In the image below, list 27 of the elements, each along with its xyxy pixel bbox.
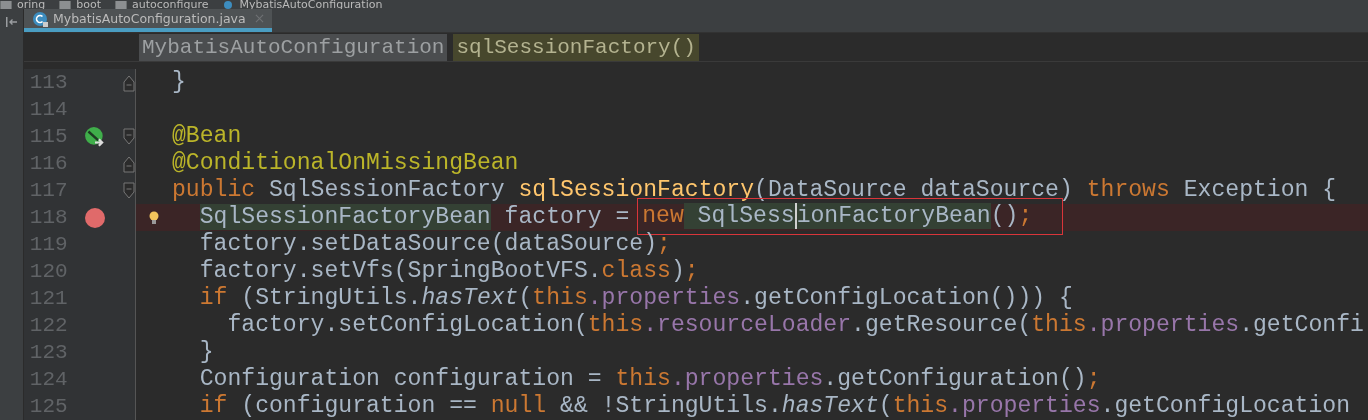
code-line: @Bean [172, 123, 242, 150]
code-line: factory.setVfs(SpringBootVFS.class); [198, 258, 699, 285]
class-icon [222, 0, 235, 9]
breakpoint-icon[interactable] [85, 207, 106, 228]
file-tab[interactable]: MybatisAutoConfiguration.java [24, 9, 272, 33]
fold-icon[interactable] [123, 73, 135, 92]
folder-icon [0, 0, 12, 9]
folder-icon [115, 0, 128, 9]
close-icon[interactable] [254, 14, 264, 24]
folder-icon [59, 0, 72, 9]
breadcrumb-chip[interactable]: sqlSessionFactory() [453, 33, 699, 61]
fold-icon[interactable] [123, 127, 135, 146]
lightbulb-icon[interactable] [149, 210, 159, 225]
breadcrumb-chip[interactable]: MybatisAutoConfiguration [139, 33, 448, 61]
code-line: Configuration configuration = this.properties.getConfiguration(); [198, 366, 1101, 393]
collapse-icon[interactable] [5, 17, 18, 27]
code-line: if (StringUtils.hasText(this.properties.getConfigLocation())) { [198, 285, 1073, 312]
bean-marker-icon[interactable] [84, 125, 107, 148]
code-line: } [172, 69, 186, 96]
code-line: if (configuration == null && !StringUtils.hasText(this.properties.getConfigLocation [198, 393, 1350, 420]
code-line: @ConditionalOnMissingBean [172, 150, 519, 177]
fold-icon[interactable] [123, 181, 135, 200]
breadcrumb-item[interactable]: boot [76, 0, 102, 9]
fold-icon[interactable] [123, 154, 135, 173]
code-line: factory.setConfigLocation(this.resourceLoader.getResource(this.properties.getConfi [226, 312, 1364, 339]
code-line: } [198, 339, 214, 366]
class-icon [32, 10, 48, 27]
